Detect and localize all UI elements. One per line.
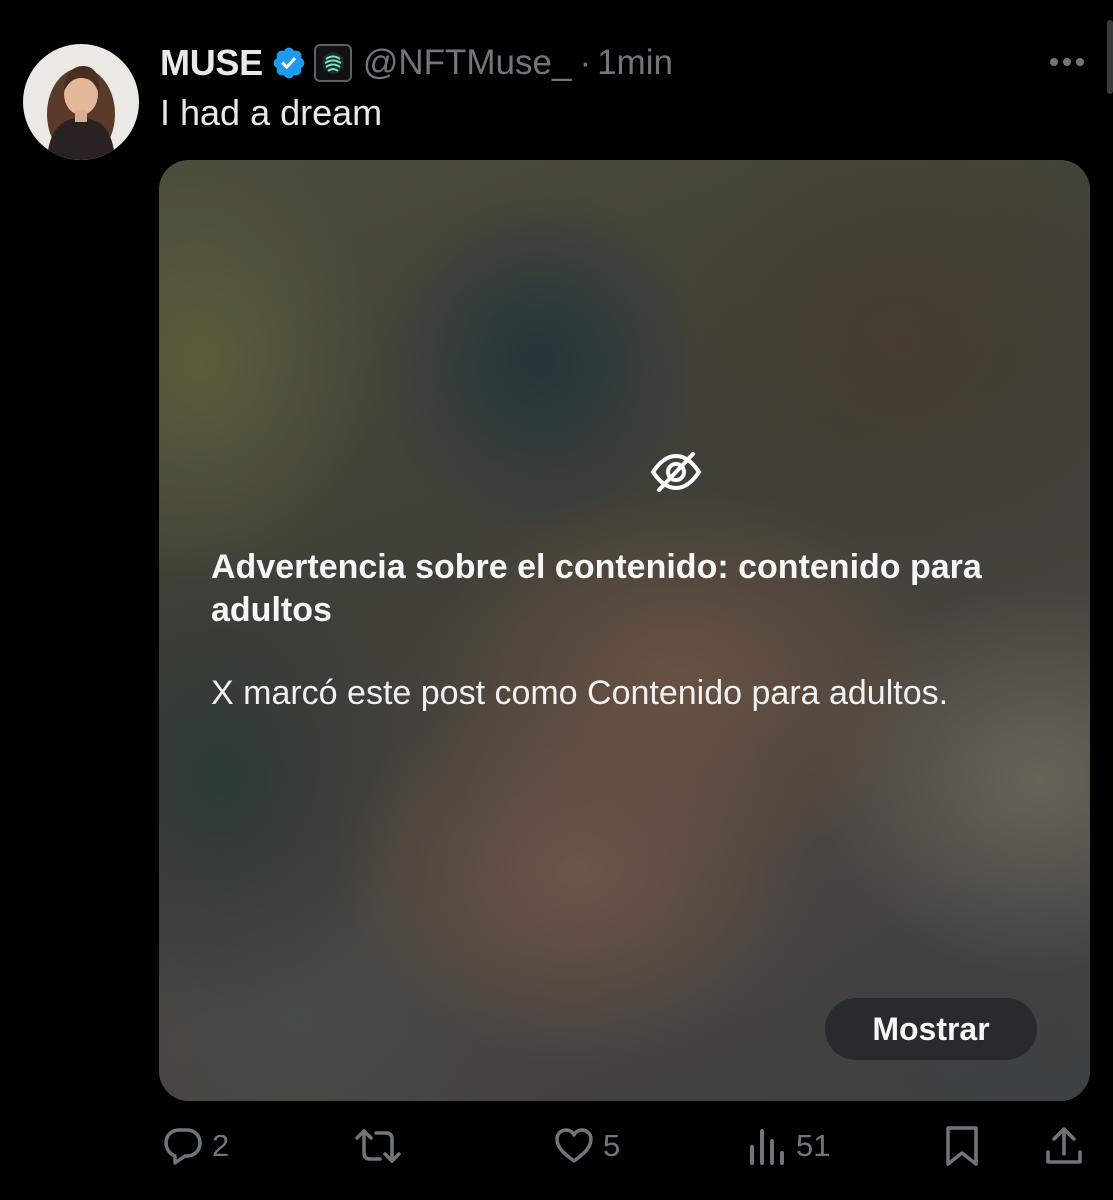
reply-count: 2 xyxy=(212,1128,230,1163)
warning-body: X marcó este post como Contenido para ad… xyxy=(211,674,949,712)
avatar-photo xyxy=(23,44,139,160)
like-button[interactable]: 5 xyxy=(553,1118,620,1174)
show-button[interactable]: Mostrar xyxy=(825,998,1037,1060)
avatar[interactable] xyxy=(23,44,139,160)
views-icon xyxy=(750,1129,784,1165)
post-text: I had a dream xyxy=(160,92,383,133)
verified-badge-icon[interactable] xyxy=(271,45,307,81)
more-horizontal-icon[interactable] xyxy=(1047,50,1087,74)
action-bar: 2 5 51 xyxy=(0,1118,1113,1174)
repost-icon xyxy=(355,1129,401,1163)
views-button[interactable]: 51 xyxy=(748,1118,830,1174)
eye-slash-icon xyxy=(649,450,703,494)
post-header: MUSE @NFTMuse_ · 1min xyxy=(160,40,673,86)
views-count: 51 xyxy=(796,1128,831,1163)
repost-button[interactable] xyxy=(354,1118,410,1174)
like-count: 5 xyxy=(603,1128,621,1163)
user-handle[interactable]: @NFTMuse_ xyxy=(363,43,572,83)
scrollbar[interactable] xyxy=(1107,20,1113,94)
share-button[interactable] xyxy=(1044,1118,1084,1174)
bookmark-icon xyxy=(946,1126,978,1166)
separator-dot: · xyxy=(579,43,592,82)
post-timestamp[interactable]: 1min xyxy=(597,43,673,83)
post: MUSE @NFTMuse_ · 1min I had a dream Adve… xyxy=(0,0,1113,1200)
display-name[interactable]: MUSE xyxy=(160,42,263,84)
share-icon xyxy=(1046,1127,1082,1164)
reply-icon xyxy=(164,1128,202,1165)
reply-button[interactable]: 2 xyxy=(162,1118,229,1174)
bookmark-button[interactable] xyxy=(943,1118,981,1174)
warning-title: Advertencia sobre el contenido: contenid… xyxy=(211,548,982,629)
nft-muse-badge-icon[interactable] xyxy=(313,43,353,83)
sensitive-media-card[interactable]: Advertencia sobre el contenido: contenid… xyxy=(159,160,1090,1101)
like-icon xyxy=(555,1128,593,1163)
